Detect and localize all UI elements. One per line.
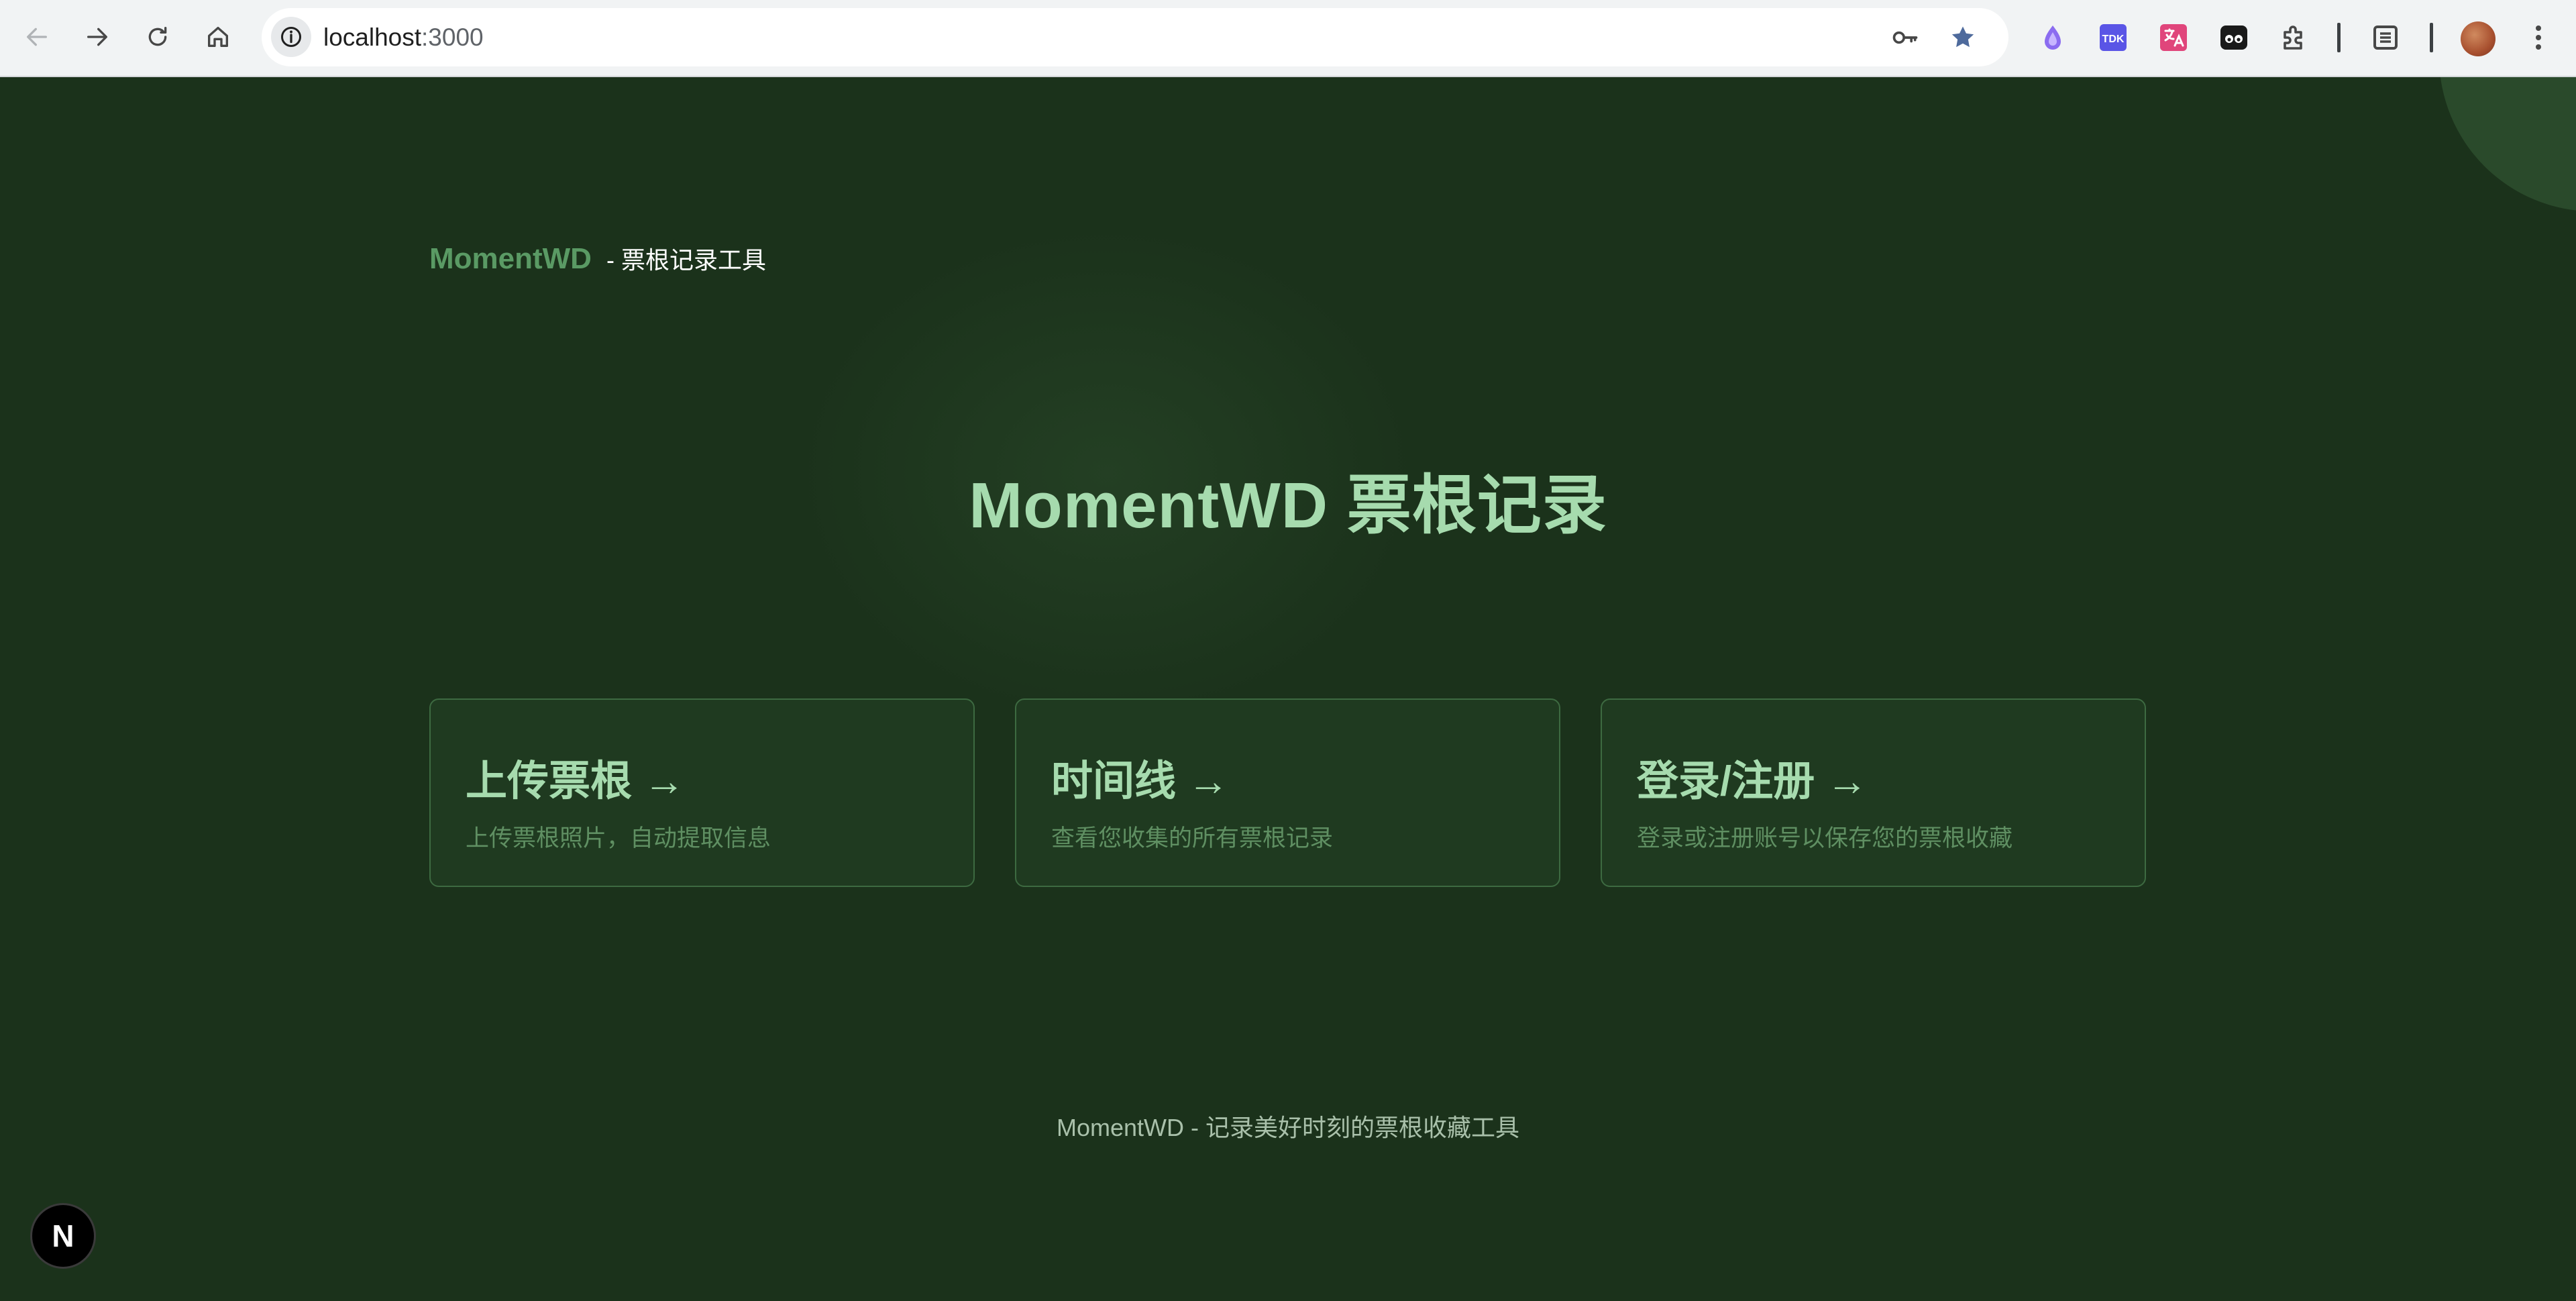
browser-menu-button[interactable] <box>2520 19 2557 56</box>
toolbar-divider <box>2430 23 2433 52</box>
key-icon <box>1892 31 1918 44</box>
browser-toolbar: localhost:3000 TDK <box>0 0 2576 77</box>
toolbar-divider <box>2337 23 2341 52</box>
extension-mask[interactable] <box>2215 19 2253 56</box>
home-icon <box>208 27 228 48</box>
site-info-button[interactable] <box>271 17 311 57</box>
extensions-menu-button[interactable] <box>2275 19 2313 56</box>
card-title: 上传票根 → <box>466 758 686 804</box>
side-panel-button[interactable] <box>2367 19 2404 56</box>
brand-logo-link[interactable]: MomentWD <box>429 242 592 276</box>
decorative-corner-circle <box>2439 77 2576 211</box>
extension-tdk[interactable]: TDK <box>2094 19 2132 56</box>
bird-extension-icon <box>2045 25 2061 50</box>
puzzle-extensions-icon <box>2284 25 2302 50</box>
extension-translate[interactable] <box>2155 19 2192 56</box>
timeline-card[interactable]: 时间线 → 查看您收集的所有票根记录 <box>1015 698 1560 887</box>
password-button[interactable] <box>1888 20 1923 55</box>
forward-button[interactable] <box>74 13 121 60</box>
card-title: 登录/注册 → <box>1637 758 1868 804</box>
translate-extension-icon <box>2160 24 2187 51</box>
side-panel-icon <box>2373 25 2398 50</box>
url-host: localhost <box>323 23 422 51</box>
url-port: :3000 <box>421 23 484 51</box>
footer-text: MomentWD - 记录美好时刻的票根收藏工具 <box>1056 1114 1519 1141</box>
upload-card[interactable]: 上传票根 → 上传票根照片，自动提取信息 <box>429 698 975 887</box>
mask-extension-icon <box>2220 25 2247 50</box>
info-icon <box>281 27 301 47</box>
home-button[interactable] <box>195 13 241 60</box>
url-text[interactable]: localhost:3000 <box>323 8 484 66</box>
back-arrow-icon <box>27 28 48 46</box>
extension-bird[interactable] <box>2034 19 2072 56</box>
forward-arrow-icon <box>87 28 107 46</box>
back-button[interactable] <box>13 13 60 60</box>
profile-avatar[interactable] <box>2461 21 2496 56</box>
page-title: MomentWD 票根记录 <box>969 470 1607 541</box>
card-description: 登录或注册账号以保存您的票根收藏 <box>1637 825 2013 851</box>
bookmark-button[interactable] <box>1945 20 1980 55</box>
page-body: MomentWD - 票根记录工具 MomentWD 票根记录 上传票根 → 上… <box>0 77 2576 1301</box>
brand-tagline: - 票根记录工具 <box>606 246 766 274</box>
kebab-menu-icon <box>2536 25 2541 50</box>
site-header: MomentWD - 票根记录工具 <box>429 241 766 276</box>
card-description: 查看您收集的所有票根记录 <box>1051 825 1334 851</box>
svg-text:TDK: TDK <box>2102 34 2125 45</box>
nextjs-dev-badge[interactable]: N <box>32 1205 94 1267</box>
card-title: 时间线 → <box>1051 758 1230 804</box>
star-icon <box>1951 26 1974 48</box>
tdk-extension-icon: TDK <box>2100 24 2127 51</box>
reload-button[interactable] <box>134 13 181 60</box>
login-register-card[interactable]: 登录/注册 → 登录或注册账号以保存您的票根收藏 <box>1601 698 2146 887</box>
reload-icon <box>148 27 167 46</box>
card-description: 上传票根照片，自动提取信息 <box>466 825 771 851</box>
address-bar[interactable]: localhost:3000 <box>262 8 2008 66</box>
